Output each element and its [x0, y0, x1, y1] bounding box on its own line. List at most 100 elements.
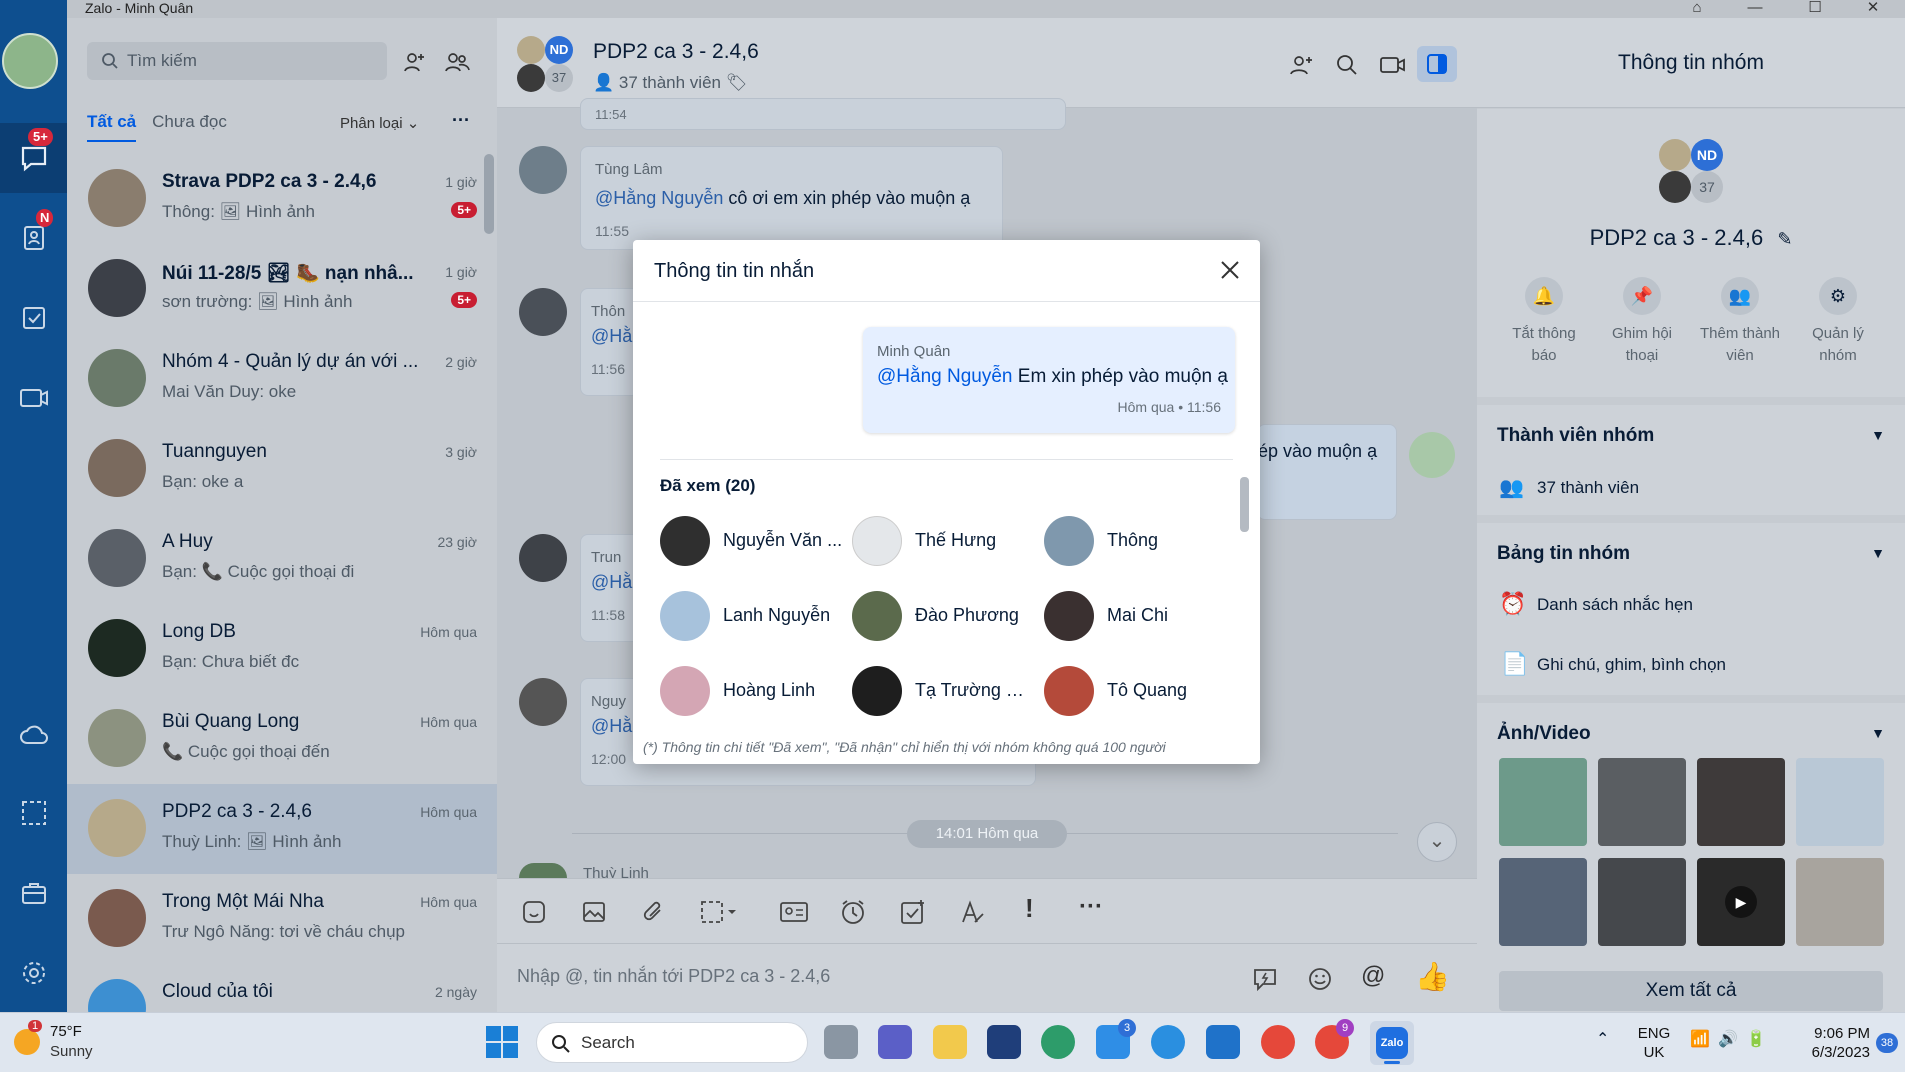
close-icon[interactable]	[1218, 258, 1242, 282]
nav-todo[interactable]	[0, 283, 67, 353]
media-thumbnail[interactable]	[1598, 758, 1686, 846]
message-bubble[interactable]: Thôn @Hằ 11:56	[580, 288, 640, 396]
tag-icon[interactable]: 🏷	[726, 73, 748, 92]
seen-member[interactable]: Đào Phương	[852, 591, 1042, 643]
pin-conversation-button[interactable]: 📌 Ghim hội thoại	[1597, 277, 1687, 367]
media-thumbnail[interactable]	[1499, 758, 1587, 846]
nav-contacts[interactable]: N	[0, 203, 67, 273]
section-title[interactable]: Thành viên nhóm	[1497, 425, 1654, 447]
members-count[interactable]: 37 thành viên	[1537, 478, 1639, 498]
seen-member[interactable]: Nguyễn Văn ...	[660, 516, 850, 568]
seen-member[interactable]: Hoàng Linh	[660, 666, 850, 718]
conversation-item[interactable]: Núi 11-28/5 🏞 🥾 nạn nhâ... sơn trường: 🖼…	[67, 244, 497, 334]
tab-unread[interactable]: Chưa đọc	[152, 112, 227, 142]
media-thumbnail[interactable]	[1796, 758, 1884, 846]
group-avatar[interactable]: ND 37	[517, 36, 573, 92]
nav-settings[interactable]	[0, 938, 67, 1008]
media-thumbnail[interactable]	[1598, 858, 1686, 946]
classify-dropdown[interactable]: Phân loại ⌄	[340, 114, 419, 132]
nav-cloud[interactable]	[0, 700, 67, 770]
volume-icon[interactable]: 🔊	[1718, 1029, 1738, 1049]
notes-link[interactable]: Ghi chú, ghim, bình chọn	[1537, 655, 1726, 675]
video-thumbnail[interactable]: ▶	[1697, 858, 1785, 946]
pin-icon[interactable]: ⌂	[1672, 0, 1722, 18]
contact-card-icon[interactable]	[779, 899, 809, 925]
message-composer[interactable]: Nhập @, tin nhắn tới PDP2 ca 3 - 2.4,6 @…	[497, 943, 1477, 1012]
windows-start-icon[interactable]	[486, 1026, 518, 1058]
sun-icon[interactable]	[14, 1029, 40, 1055]
file-explorer-icon[interactable]	[933, 1025, 967, 1059]
video-call-icon[interactable]	[1379, 53, 1407, 77]
conversation-item[interactable]: Bùi Quang Long 📞 Cuộc gọi thoại đến Hôm …	[67, 694, 497, 784]
clock[interactable]: 9:06 PM 6/3/2023	[1780, 1024, 1870, 1062]
edge-icon[interactable]	[1041, 1025, 1075, 1059]
manage-group-button[interactable]: ⚙ Quản lý nhóm	[1793, 277, 1883, 367]
avatar[interactable]	[519, 288, 567, 336]
my-avatar[interactable]	[1409, 432, 1455, 478]
reminder-icon[interactable]	[839, 898, 867, 926]
conversation-item[interactable]: A Huy Bạn: 📞 Cuộc gọi thoại đi 23 giờ	[67, 514, 497, 604]
mention-link[interactable]: @Hằng Nguyễn	[595, 188, 723, 208]
nav-video-call[interactable]	[0, 363, 67, 433]
list-scrollbar[interactable]	[484, 154, 494, 234]
mention-link[interactable]: @Hằ	[591, 572, 632, 593]
maximize-button[interactable]: ☐	[1790, 0, 1840, 18]
notification-count[interactable]: 38	[1876, 1033, 1898, 1053]
skype-icon[interactable]	[1151, 1025, 1185, 1059]
seen-member[interactable]: Lanh Nguyễn	[660, 591, 850, 643]
weather-temp[interactable]: 75°F	[50, 1023, 82, 1040]
seen-member[interactable]: Thế Hưng	[852, 516, 1042, 568]
avatar[interactable]	[519, 678, 567, 726]
word-icon[interactable]	[987, 1025, 1021, 1059]
like-icon[interactable]: 👍	[1415, 960, 1450, 993]
language-indicator[interactable]: ENG UK	[1636, 1024, 1672, 1062]
mention-link[interactable]: @Hằng Nguyễn	[877, 366, 1012, 387]
reminders-link[interactable]: Danh sách nhắc hẹn	[1537, 595, 1693, 615]
nav-messages[interactable]: 5+	[0, 123, 67, 193]
mention-icon[interactable]: @	[1361, 962, 1385, 990]
avatar[interactable]	[519, 863, 567, 878]
group-avatar[interactable]: ND 37	[1659, 139, 1723, 203]
conversation-item[interactable]: Strava PDP2 ca 3 - 2.4,6 Thông: 🖼 Hình ả…	[67, 154, 497, 244]
conversation-item[interactable]: Tuannguyen Bạn: oke a 3 giờ	[67, 424, 497, 514]
seen-member[interactable]: Tô Quang	[1044, 666, 1234, 718]
tab-all[interactable]: Tất cả	[87, 112, 137, 142]
search-icon[interactable]	[1335, 53, 1359, 77]
collapse-icon[interactable]: ▼	[1871, 725, 1885, 741]
composer-input[interactable]: Nhập @, tin nhắn tới PDP2 ca 3 - 2.4,6	[517, 966, 830, 987]
add-friend-icon[interactable]	[402, 50, 426, 74]
urgent-icon[interactable]: !	[1025, 893, 1034, 924]
conversation-item-active[interactable]: PDP2 ca 3 - 2.4,6 Thuỳ Linh: 🖼 Hình ảnh …	[67, 784, 497, 874]
add-member-icon[interactable]	[1287, 53, 1315, 77]
collapse-icon[interactable]: ▼	[1871, 427, 1885, 443]
nav-tools[interactable]	[0, 858, 67, 928]
mute-notifications-button[interactable]: 🔔 Tắt thông báo	[1499, 277, 1589, 367]
conversation-item[interactable]: Cloud của tôi 2 ngày	[67, 964, 497, 1012]
wifi-icon[interactable]: 📶	[1690, 1029, 1710, 1049]
task-view-icon[interactable]	[824, 1025, 858, 1059]
attachment-icon[interactable]	[641, 899, 667, 925]
quick-message-icon[interactable]	[1252, 966, 1278, 992]
media-thumbnail[interactable]	[1796, 858, 1884, 946]
toggle-info-panel-button[interactable]	[1417, 46, 1457, 82]
avatar[interactable]	[519, 534, 567, 582]
minimize-button[interactable]: —	[1730, 0, 1780, 18]
seen-member[interactable]: Mai Chi	[1044, 591, 1234, 643]
add-member-button[interactable]: 👥 Thêm thành viên	[1695, 277, 1785, 367]
teams-icon[interactable]	[878, 1025, 912, 1059]
search-box[interactable]: Tìm kiếm	[87, 42, 387, 80]
task-icon[interactable]	[899, 898, 927, 926]
more-options-icon[interactable]: ···	[452, 110, 470, 131]
nav-screenshot[interactable]	[0, 778, 67, 848]
text-format-icon[interactable]	[959, 898, 987, 926]
member-count[interactable]: 👤 37 thành viên 🏷	[593, 73, 747, 93]
message-bubble[interactable]: Tùng Lâm @Hằng Nguyễn cô ơi em xin phép …	[580, 146, 1003, 250]
chrome-icon[interactable]	[1261, 1025, 1295, 1059]
emoji-icon[interactable]	[1307, 966, 1333, 992]
sticker-icon[interactable]	[521, 899, 547, 925]
seen-member[interactable]: Thông	[1044, 516, 1234, 568]
chevron-up-icon[interactable]: ⌃	[1596, 1029, 1609, 1049]
conversation-item[interactable]: Nhóm 4 - Quản lý dự án với ... Mai Văn D…	[67, 334, 497, 424]
seen-member[interactable]: Tạ Trường Gi...	[852, 666, 1042, 718]
vscode-icon[interactable]	[1206, 1025, 1240, 1059]
